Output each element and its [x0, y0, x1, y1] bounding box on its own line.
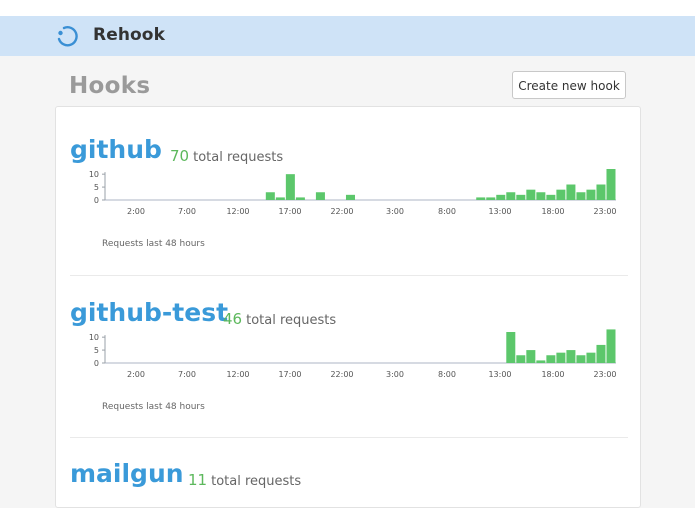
bar [536, 192, 546, 200]
x-tick-label: 8:00 [438, 207, 456, 216]
x-tick-label: 2:00 [127, 370, 145, 379]
request-count-unit: total requests [193, 150, 284, 165]
request-count-unit: total requests [246, 313, 337, 328]
bar [576, 355, 586, 363]
bar [315, 192, 325, 200]
bar [586, 352, 596, 363]
x-tick-label: 22:00 [330, 370, 353, 379]
bar [576, 192, 586, 200]
bar [476, 197, 486, 200]
y-tick-label: 5 [94, 346, 99, 355]
divider [70, 437, 628, 438]
y-tick-label: 10 [89, 333, 99, 342]
bar [566, 184, 576, 200]
bar [606, 169, 616, 200]
bar [295, 197, 305, 200]
hook-name[interactable]: github-test [70, 298, 228, 327]
divider [70, 275, 628, 276]
x-tick-label: 23:00 [593, 207, 616, 216]
bar [506, 192, 516, 200]
hook-request-count: 70 total requests [170, 147, 283, 165]
x-tick-label: 3:00 [386, 207, 404, 216]
top-strip [0, 0, 695, 16]
x-tick-label: 2:00 [127, 207, 145, 216]
x-tick-label: 18:00 [541, 370, 564, 379]
hook-name[interactable]: github [70, 135, 162, 164]
bar [556, 189, 566, 200]
x-tick-label: 22:00 [330, 207, 353, 216]
bar [516, 194, 526, 200]
bar [546, 355, 556, 363]
x-tick-label: 13:00 [488, 207, 511, 216]
bar [516, 355, 526, 363]
x-tick-label: 23:00 [593, 370, 616, 379]
navbar: Rehook [0, 16, 695, 56]
x-tick-label: 12:00 [226, 207, 249, 216]
request-count-value: 70 [170, 147, 190, 165]
bar [486, 197, 496, 200]
bar [275, 197, 285, 200]
x-tick-label: 8:00 [438, 370, 456, 379]
brand-name[interactable]: Rehook [93, 25, 165, 45]
chart-caption: Requests last 48 hours [102, 402, 205, 412]
request-count-value: 46 [223, 310, 243, 328]
request-count-value: 11 [188, 471, 208, 489]
x-tick-label: 18:00 [541, 207, 564, 216]
bar [496, 194, 506, 200]
hook-request-count: 46 total requests [223, 310, 336, 328]
bar [285, 174, 295, 200]
y-tick-label: 5 [94, 183, 99, 192]
bar [536, 360, 546, 363]
x-tick-label: 3:00 [386, 370, 404, 379]
y-tick-label: 10 [89, 170, 99, 179]
bar [506, 332, 516, 363]
bar [526, 350, 536, 363]
bar [596, 184, 606, 200]
y-tick-label: 0 [94, 359, 99, 368]
x-tick-label: 13:00 [488, 370, 511, 379]
hook-name[interactable]: mailgun [70, 459, 184, 488]
hooks-panel: github 70 total requests 10 5 0 2:00 7:00 12:0… [55, 106, 641, 508]
create-new-hook-button[interactable]: Create new hook [512, 71, 626, 99]
request-count-unit: total requests [211, 474, 302, 489]
bar [596, 344, 606, 363]
bar [526, 189, 536, 200]
x-tick-label: 7:00 [178, 370, 196, 379]
bar [606, 329, 616, 363]
requests-bar-chart: 10 5 0 2:00 7:00 12:00 17:00 22:00 3:00 8:00 13:00… [89, 169, 617, 216]
bar [586, 189, 596, 200]
y-tick-label: 0 [94, 196, 99, 205]
chart-caption: Requests last 48 hours [102, 239, 205, 249]
x-tick-label: 17:00 [278, 207, 301, 216]
bar [556, 352, 566, 363]
requests-bar-chart: 10 5 0 2:00 7:00 12:00 17:00 22:00 3:00 8:00 13:00… [89, 329, 617, 379]
page-title: Hooks [69, 73, 151, 99]
x-tick-label: 7:00 [178, 207, 196, 216]
rehook-logo-icon[interactable] [55, 24, 81, 48]
bar [345, 194, 355, 200]
bar [265, 192, 275, 200]
bar [546, 194, 556, 200]
bar [566, 350, 576, 363]
x-tick-label: 12:00 [226, 370, 249, 379]
x-tick-label: 17:00 [278, 370, 301, 379]
hook-request-count: 11 total requests [188, 471, 301, 489]
